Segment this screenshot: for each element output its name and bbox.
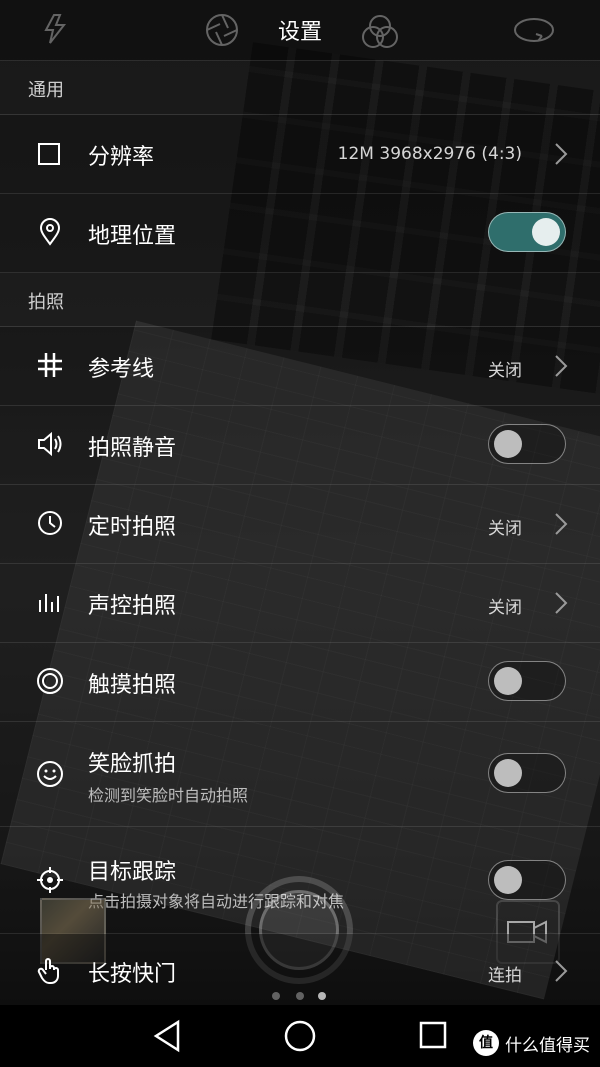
hand-press-icon: [37, 958, 59, 984]
watermark: 值 什么值得买: [473, 1030, 590, 1056]
chevron-right-icon: [555, 513, 568, 535]
touch-target-icon: [37, 668, 63, 694]
smile-capture-description: 检测到笑脸时自动拍照: [88, 786, 249, 805]
object-tracking-label: 目标跟踪: [88, 860, 177, 885]
toggle-knob: [494, 866, 522, 894]
touch-capture-row[interactable]: 触摸拍照: [0, 643, 600, 722]
location-label: 地理位置: [88, 224, 177, 249]
timer-value: 关闭: [488, 519, 522, 539]
resolution-value: 12M 3968x2976 (4:3): [337, 144, 522, 164]
resolution-label: 分辨率: [88, 145, 155, 170]
voice-control-value: 关闭: [488, 598, 522, 618]
smile-capture-toggle[interactable]: [488, 753, 566, 793]
section-general-header: 通用: [0, 61, 600, 115]
grid-icon: [38, 353, 62, 377]
section-general-label: 通用: [28, 80, 64, 101]
chevron-right-icon: [555, 960, 568, 982]
switch-camera-icon[interactable]: [512, 12, 556, 48]
toggle-knob: [494, 430, 522, 458]
section-photo-label: 拍照: [28, 292, 64, 313]
recents-square-icon[interactable]: [418, 1019, 448, 1053]
location-toggle[interactable]: [488, 212, 566, 252]
long-press-shutter-label: 长按快门: [88, 962, 177, 987]
voice-control-label: 声控拍照: [88, 594, 177, 619]
toggle-knob: [532, 218, 560, 246]
grid-row[interactable]: 参考线 关闭: [0, 327, 600, 406]
mode-page-indicator: [272, 992, 328, 1002]
mute-toggle[interactable]: [488, 424, 566, 464]
chevron-right-icon: [555, 592, 568, 614]
watermark-logo-icon: 值: [473, 1030, 499, 1056]
chevron-right-icon: [555, 355, 568, 377]
smile-face-icon: [37, 761, 63, 787]
long-press-shutter-value: 连拍: [488, 966, 522, 986]
speaker-icon: [38, 431, 62, 457]
location-pin-icon: [39, 218, 61, 246]
smile-capture-row[interactable]: 笑脸抓拍 检测到笑脸时自动拍照: [0, 722, 600, 827]
watermark-text: 什么值得买: [505, 1035, 590, 1056]
smile-capture-label: 笑脸抓拍: [88, 752, 177, 777]
voice-control-row[interactable]: 声控拍照 关闭: [0, 564, 600, 643]
toggle-knob: [494, 759, 522, 787]
resolution-square-icon: [38, 143, 60, 165]
crosshair-icon: [37, 867, 63, 893]
toggle-knob: [494, 667, 522, 695]
touch-capture-label: 触摸拍照: [88, 673, 177, 698]
timer-row[interactable]: 定时拍照 关闭: [0, 485, 600, 564]
clock-icon: [38, 511, 62, 535]
object-tracking-toggle[interactable]: [488, 860, 566, 900]
grid-value: 关闭: [488, 361, 522, 381]
mute-row[interactable]: 拍照静音: [0, 406, 600, 485]
touch-capture-toggle[interactable]: [488, 661, 566, 701]
resolution-row[interactable]: 分辨率 12M 3968x2976 (4:3): [0, 115, 600, 194]
page-title: 设置: [277, 20, 322, 45]
grid-label: 参考线: [88, 357, 155, 382]
audio-bars-icon: [39, 594, 59, 612]
back-triangle-icon[interactable]: [152, 1019, 182, 1053]
settings-header: 设置: [0, 0, 600, 61]
timer-label: 定时拍照: [88, 515, 177, 540]
section-photo-header: 拍照: [0, 273, 600, 327]
location-row[interactable]: 地理位置: [0, 194, 600, 273]
chevron-right-icon: [555, 143, 568, 165]
home-circle-icon[interactable]: [283, 1019, 317, 1053]
mute-label: 拍照静音: [88, 436, 177, 461]
filter-icon[interactable]: [360, 12, 400, 52]
